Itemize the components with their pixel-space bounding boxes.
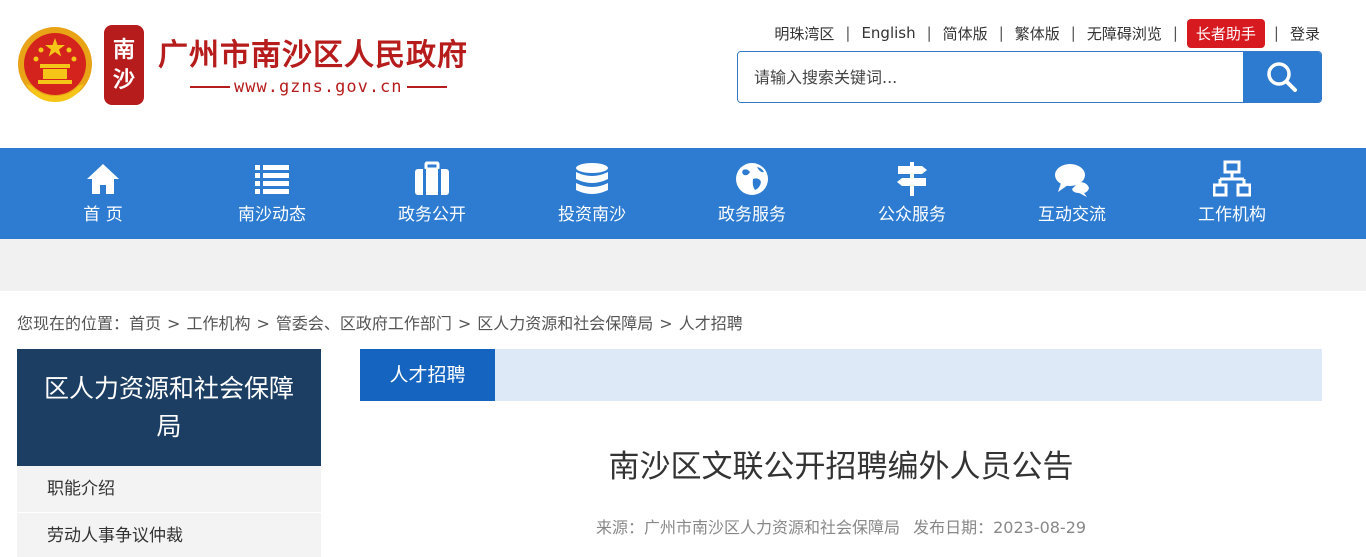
divider: | (1070, 24, 1076, 42)
breadcrumb-separator: > (659, 314, 673, 333)
accessible-browse-link[interactable]: 无障碍浏览 (1085, 23, 1164, 44)
database-icon (576, 163, 608, 194)
seal-char: 沙 (112, 67, 135, 93)
nav-item-label: 政务服务 (718, 205, 786, 225)
breadcrumb-separator: > (167, 314, 181, 333)
breadcrumb-separator: > (256, 314, 270, 333)
nav-item-interaction[interactable]: 互动交流 (1012, 148, 1132, 239)
nav-item-government-services[interactable]: 政务服务 (692, 148, 812, 239)
english-link[interactable]: English (859, 24, 917, 42)
banner-strip (0, 239, 1366, 291)
content-tab-bar: 人才招聘 (360, 349, 1322, 401)
date-label-text: 发布日期： (913, 518, 994, 537)
sidebar-menu: 职能介绍 劳动人事争议仲裁 (17, 466, 321, 557)
nav-item-home[interactable]: 首 页 (43, 148, 163, 239)
briefcase-icon (415, 161, 449, 195)
divider: | (926, 24, 932, 42)
nansha-seal-logo: 南 沙 (104, 25, 144, 105)
divider: | (998, 24, 1004, 42)
elder-assistant-button[interactable]: 长者助手 (1186, 18, 1265, 48)
home-icon (87, 164, 119, 194)
nav-item-label: 互动交流 (1038, 205, 1106, 225)
signpost-icon (897, 162, 927, 196)
nav-item-invest-nansha[interactable]: 投资南沙 (532, 148, 652, 239)
date-label: 发布日期：2023-08-29 (909, 518, 1090, 537)
main-nav: 首 页 南沙动态 政务公开 投资南沙 政务服务 公众服务 互动交流 工作机构 (0, 148, 1366, 239)
sidebar-item-labor-arbitration[interactable]: 劳动人事争议仲裁 (17, 513, 321, 557)
greater-bay-link[interactable]: 明珠湾区 (772, 23, 836, 44)
site-header: 南 沙 广州市南沙区人民政府 www.gzns.gov.cn 明珠湾区 | En… (0, 0, 1366, 148)
nav-item-label: 工作机构 (1198, 205, 1266, 225)
divider: | (845, 24, 851, 42)
breadcrumb-item-recruitment[interactable]: 人才招聘 (679, 314, 743, 333)
nav-item-label: 首 页 (83, 205, 123, 225)
simplified-chinese-link[interactable]: 简体版 (941, 23, 990, 44)
nav-item-work-organizations[interactable]: 工作机构 (1172, 148, 1292, 239)
breadcrumb-item-hr-bureau[interactable]: 区人力资源和社会保障局 (477, 314, 653, 333)
login-link[interactable]: 登录 (1288, 23, 1322, 44)
globe-icon (736, 163, 768, 195)
divider: | (1172, 24, 1178, 42)
nav-item-government-affairs[interactable]: 政务公开 (372, 148, 492, 239)
traditional-chinese-link[interactable]: 繁体版 (1013, 23, 1062, 44)
site-url-text: www.gzns.gov.cn (234, 77, 403, 97)
search-button[interactable] (1243, 52, 1321, 102)
source-label-text: 来源： (595, 518, 644, 537)
nav-item-label: 投资南沙 (558, 205, 626, 225)
source-value: 广州市南沙区人力资源和社会保障局 (643, 518, 900, 537)
top-links-bar: 明珠湾区 | English | 简体版 | 繁体版 | 无障碍浏览 | 长者助… (772, 18, 1322, 48)
divider: | (1273, 24, 1279, 42)
sidebar-title: 区人力资源和社会保障局 (17, 349, 321, 466)
chat-icon (1055, 164, 1089, 197)
national-emblem-icon (18, 27, 92, 102)
nav-item-label: 政务公开 (398, 205, 466, 225)
breadcrumb-separator: > (457, 314, 472, 333)
tab-recruitment[interactable]: 人才招聘 (360, 349, 495, 401)
search-input[interactable] (738, 52, 1244, 102)
list-icon (255, 165, 289, 194)
search-icon (1267, 62, 1297, 92)
nav-item-nansha-news[interactable]: 南沙动态 (212, 148, 332, 239)
source-label: 来源：广州市南沙区人力资源和社会保障局 (592, 518, 904, 537)
breadcrumb: 您现在的位置：首页 > 工作机构 > 管委会、区政府工作部门 > 区人力资源和社会保障局 > 人… (17, 312, 743, 336)
article-meta: 来源：广州市南沙区人力资源和社会保障局 发布日期：2023-08-29 (360, 515, 1322, 541)
breadcrumb-prefix: 您现在的位置： (17, 314, 130, 333)
nav-item-label: 南沙动态 (238, 205, 306, 225)
org-chart-icon (1213, 160, 1251, 197)
breadcrumb-item-home[interactable]: 首页 (129, 314, 161, 333)
search-box (737, 51, 1322, 103)
site-url: www.gzns.gov.cn (186, 76, 451, 98)
sidebar-item-functions[interactable]: 职能介绍 (17, 466, 321, 513)
breadcrumb-item-work-organizations[interactable]: 工作机构 (186, 314, 250, 333)
nav-item-label: 公众服务 (878, 205, 946, 225)
publish-date: 2023-08-29 (993, 518, 1087, 537)
breadcrumb-item-departments[interactable]: 管委会、区政府工作部门 (276, 314, 452, 333)
seal-char: 南 (112, 37, 135, 63)
site-title[interactable]: 广州市南沙区人民政府 (158, 38, 468, 74)
article-title: 南沙区文联公开招聘编外人员公告 (608, 449, 1074, 485)
nav-item-public-services[interactable]: 公众服务 (852, 148, 972, 239)
